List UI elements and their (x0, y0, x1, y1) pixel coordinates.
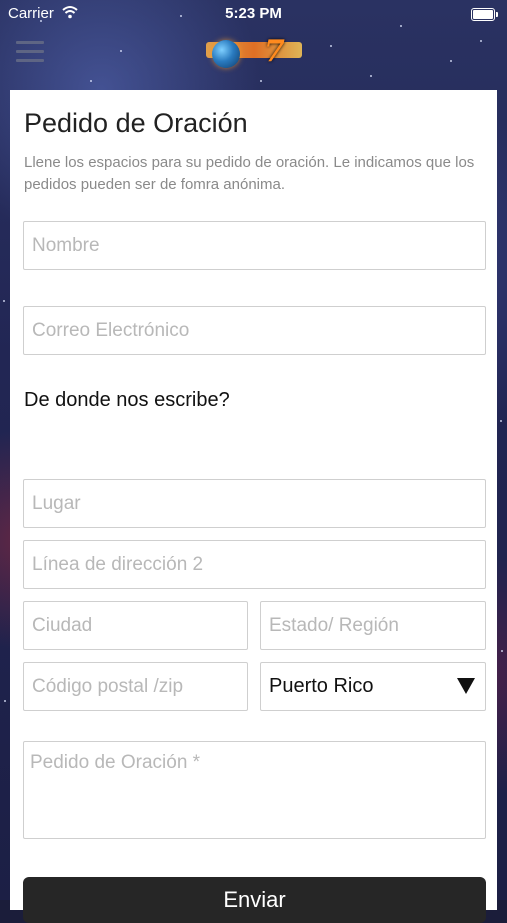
submit-button[interactable]: Enviar (23, 877, 486, 923)
page-title: Pedido de Oración (24, 108, 248, 138)
zip-code-input[interactable] (23, 662, 248, 711)
prayer-request-form: Pedido de Oración Llene los espacios par… (10, 90, 497, 923)
battery-icon (471, 8, 498, 21)
app-logo: 7 (206, 34, 302, 72)
country-select-value: Puerto Rico (269, 675, 374, 697)
location-heading: De donde nos escribe? (24, 389, 230, 411)
prayer-request-textarea[interactable] (23, 741, 486, 839)
address-line-2-input[interactable] (23, 540, 486, 589)
chevron-down-icon (457, 678, 475, 694)
logo-seven: 7 (264, 34, 285, 69)
status-bar: Carrier 5:23 PM (0, 0, 507, 28)
country-select[interactable]: Puerto Rico (260, 662, 486, 711)
name-input[interactable] (23, 221, 486, 270)
hamburger-menu-icon[interactable] (16, 41, 44, 63)
city-input[interactable] (23, 601, 248, 650)
place-input[interactable] (23, 479, 486, 528)
email-input[interactable] (23, 306, 486, 355)
state-region-input[interactable] (260, 601, 486, 650)
globe-icon (212, 40, 240, 68)
form-intro-text: Llene los espacios para su pedido de ora… (24, 154, 475, 193)
status-time: 5:23 PM (225, 5, 282, 22)
